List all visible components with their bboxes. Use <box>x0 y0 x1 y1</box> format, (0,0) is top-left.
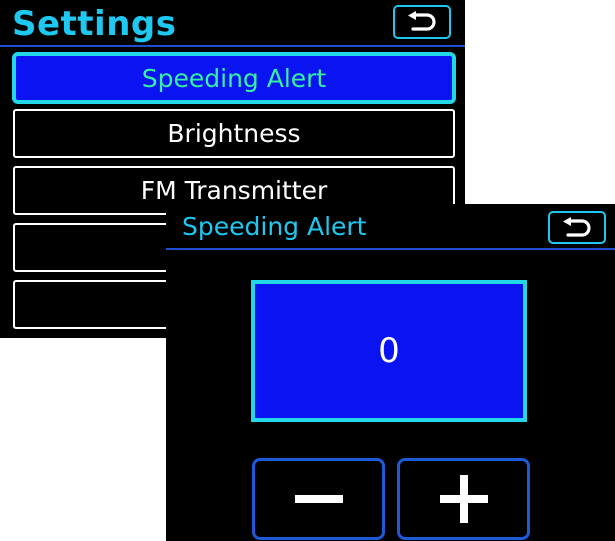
back-button[interactable] <box>548 211 606 244</box>
increment-button[interactable] <box>397 458 530 540</box>
decrement-button[interactable] <box>252 458 385 540</box>
menu-item-label: Speeding Alert <box>141 63 327 93</box>
speed-value-display: 0 <box>251 280 527 422</box>
header-divider <box>0 45 465 47</box>
menu-item-label: FM Transmitter <box>140 176 328 205</box>
return-arrow-icon <box>560 216 594 239</box>
return-arrow-icon <box>405 11 439 33</box>
speeding-alert-dialog: Speeding Alert 0 <box>166 204 615 541</box>
plus-icon <box>436 471 492 527</box>
menu-item-brightness[interactable]: Brightness <box>13 109 455 158</box>
menu-item-speeding-alert[interactable]: Speeding Alert <box>12 52 456 104</box>
settings-header: Settings <box>0 0 465 48</box>
page-title: Settings <box>12 4 177 44</box>
minus-icon <box>291 471 347 527</box>
menu-item-label: Brightness <box>167 119 301 148</box>
header-divider <box>166 248 615 250</box>
dialog-title: Speeding Alert <box>182 212 367 241</box>
back-button[interactable] <box>393 5 451 39</box>
speed-value: 0 <box>378 331 400 371</box>
